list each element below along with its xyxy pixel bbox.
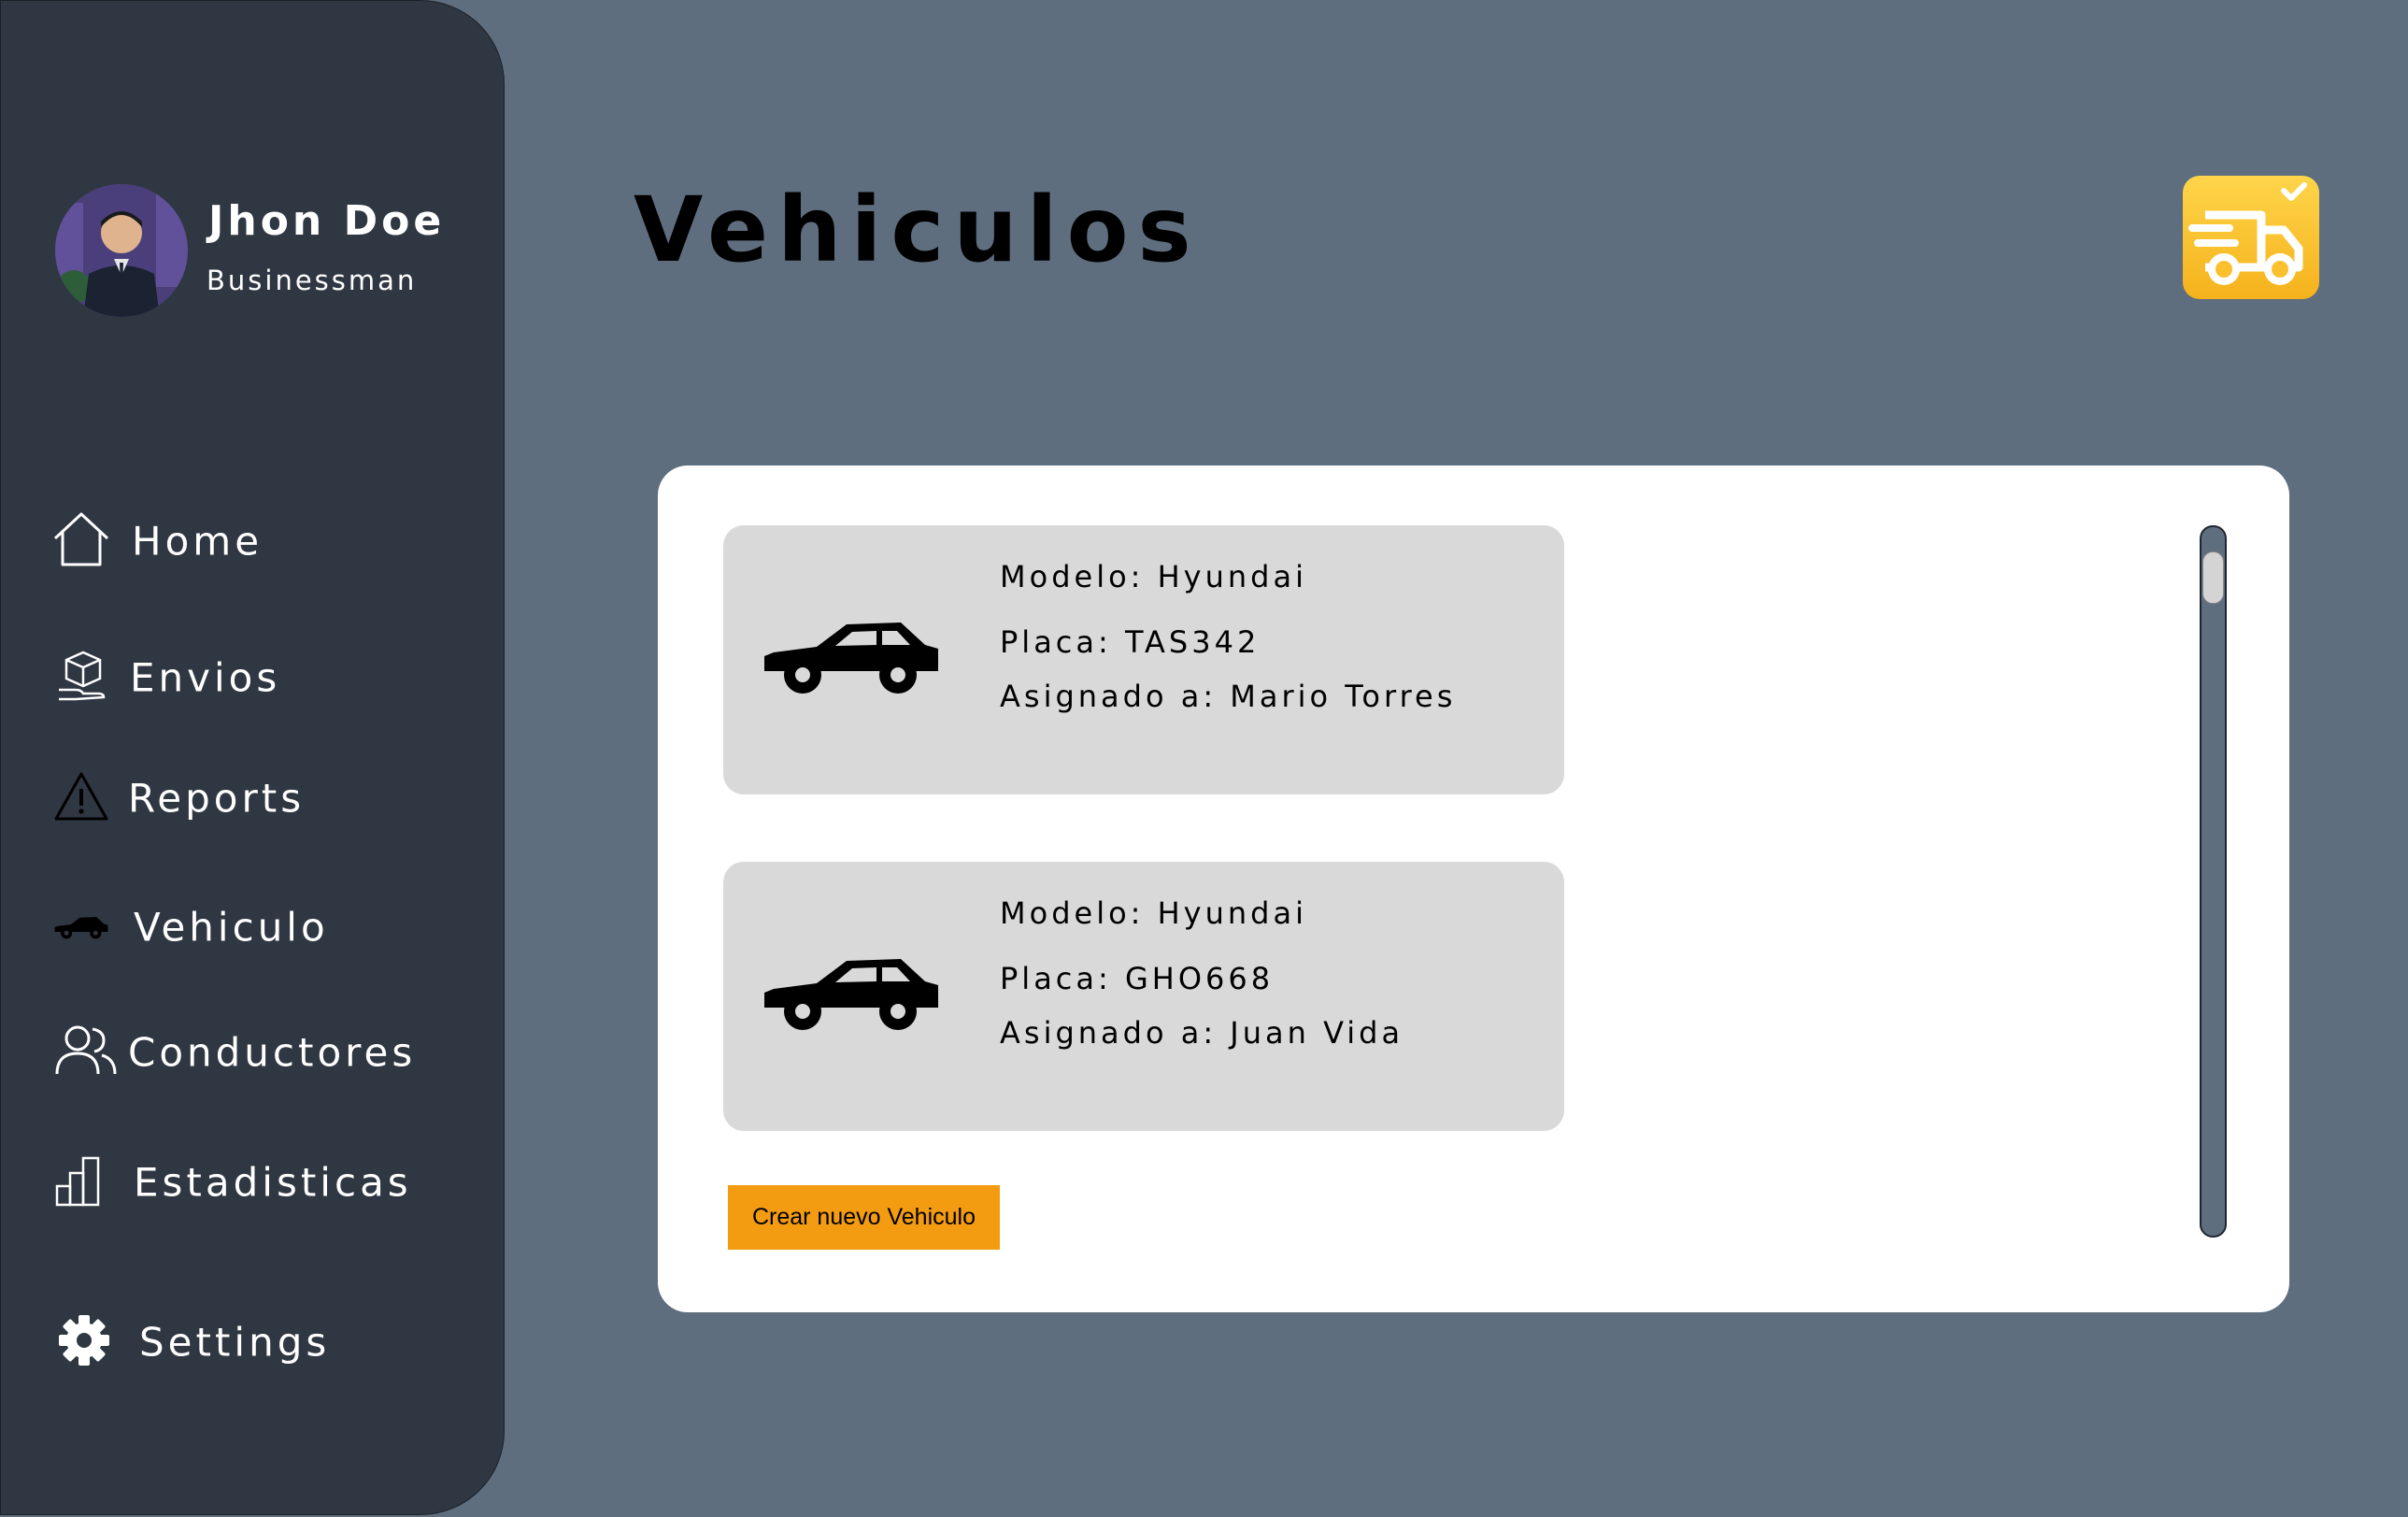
sidebar-item-label: Vehiculo [134,904,329,951]
sidebar-item-reports[interactable]: Reports [1,756,487,840]
sidebar-item-label: Conductores [128,1029,417,1076]
sidebar-item-home[interactable]: Home [1,499,487,583]
user-name: Jhon Doe [208,197,446,245]
sidebar-item-label: Estadisticas [134,1159,412,1206]
sidebar: Jhon Doe Businessman Home Envios Reports… [0,0,505,1515]
sidebar-item-estadisticas[interactable]: Estadisticas [1,1140,487,1224]
vehicle-assigned: Asignado a: Mario Torres [1000,679,1457,714]
vehicle-card[interactable]: Modelo: Hyundai Placa: GHO668 Asignado a… [723,862,1564,1131]
home-icon [51,510,111,572]
vehicle-card[interactable]: Modelo: Hyundai Placa: TAS342 Asignado a… [723,525,1564,794]
car-icon [53,911,109,943]
vehicles-panel: Modelo: Hyundai Placa: TAS342 Asignado a… [658,465,2289,1312]
sidebar-item-vehiculo[interactable]: Vehiculo [1,885,487,969]
package-icon [57,649,109,707]
warning-icon [53,770,109,826]
user-role: Businessman [207,265,418,296]
vehicle-model: Modelo: Hyundai [1000,559,1307,594]
delivery-truck-icon [2183,176,2319,299]
car-icon [761,604,942,695]
avatar[interactable] [55,184,188,317]
bar-chart-icon [55,1154,104,1210]
vehicle-model: Modelo: Hyundai [1000,895,1307,931]
sidebar-item-envios[interactable]: Envios [1,636,487,720]
vehicle-plate: Placa: TAS342 [1000,624,1261,660]
sidebar-item-label: Home [132,518,264,565]
sidebar-item-conductores[interactable]: Conductores [1,1010,487,1095]
scrollbar-thumb[interactable] [2202,551,2224,604]
gear-icon [57,1313,111,1371]
vehicle-assigned: Asignado a: Juan Vida [1000,1015,1404,1051]
sidebar-item-label: Reports [128,775,306,822]
scrollbar[interactable] [2200,525,2227,1238]
vehicle-plate: Placa: GHO668 [1000,961,1275,996]
create-vehicle-button[interactable]: Crear nuevo Vehiculo [728,1185,1000,1250]
sidebar-item-label: Envios [130,654,281,701]
users-icon [55,1023,117,1081]
sidebar-item-settings[interactable]: Settings [1,1300,487,1384]
sidebar-item-label: Settings [139,1319,331,1366]
page-title: Vehiculos [634,178,1201,282]
car-icon [761,940,942,1032]
